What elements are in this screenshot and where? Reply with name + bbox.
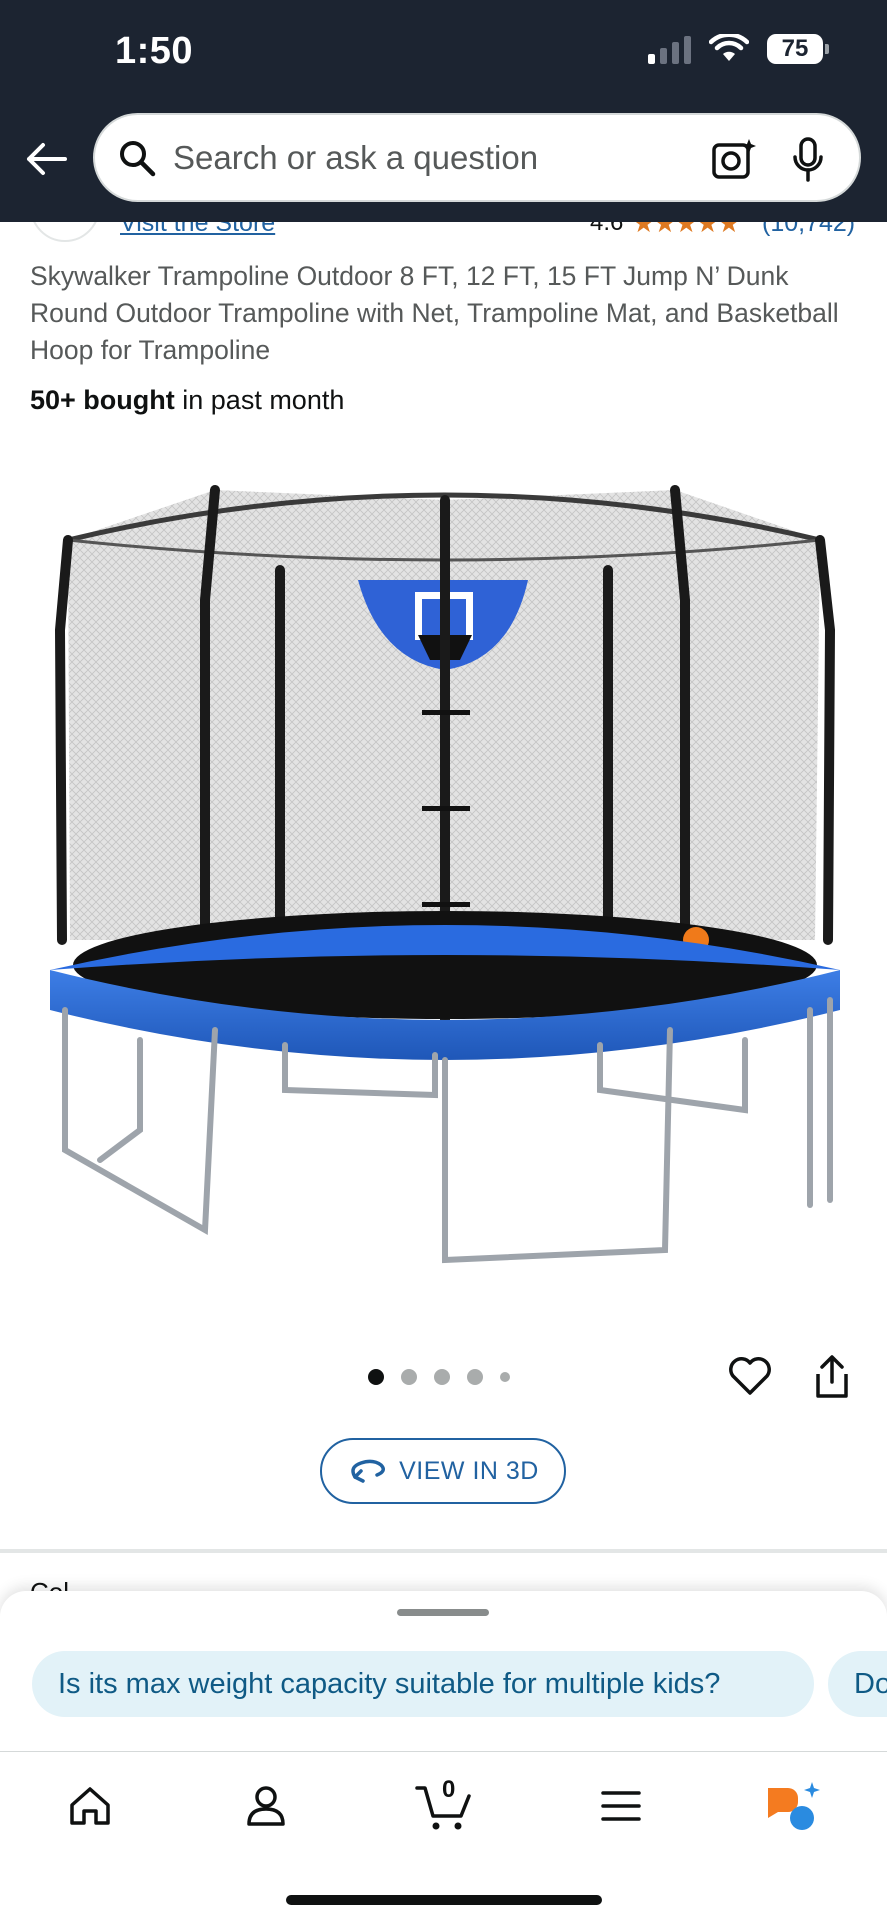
tab-menu[interactable] bbox=[591, 1776, 651, 1836]
image-carousel-dots[interactable] bbox=[368, 1369, 510, 1385]
store-row: Visit the Store 4.6 ★★★★★ (10,742) bbox=[0, 222, 887, 242]
bottom-tab-bar: 0 bbox=[0, 1751, 887, 1920]
back-button[interactable] bbox=[22, 138, 70, 180]
home-indicator bbox=[286, 1895, 602, 1905]
carousel-dot-1[interactable] bbox=[368, 1369, 384, 1385]
battery-indicator: 75 bbox=[767, 34, 829, 64]
wishlist-heart-icon[interactable] bbox=[728, 1356, 772, 1396]
tab-home[interactable] bbox=[60, 1776, 120, 1836]
sheet-grabber[interactable] bbox=[397, 1609, 489, 1616]
search-input[interactable] bbox=[173, 138, 673, 177]
status-time: 1:50 bbox=[115, 30, 194, 72]
rating-value: 4.6 bbox=[590, 222, 624, 236]
status-icons: 75 bbox=[648, 34, 829, 64]
product-image[interactable] bbox=[40, 470, 850, 1290]
bought-count: 50+ bought in past month bbox=[30, 385, 344, 416]
carousel-dot-3[interactable] bbox=[434, 1369, 450, 1385]
rufus-icon bbox=[768, 1782, 820, 1830]
menu-icon bbox=[601, 1791, 641, 1821]
rufus-suggestions-sheet[interactable]: Is its max weight capacity suitable for … bbox=[0, 1591, 887, 1751]
visit-store-link[interactable]: Visit the Store bbox=[120, 222, 275, 238]
carousel-dot-5[interactable] bbox=[500, 1372, 510, 1382]
back-arrow-icon bbox=[27, 143, 67, 175]
view-in-3d-button[interactable]: VIEW IN 3D bbox=[320, 1438, 566, 1504]
search-icon bbox=[115, 136, 159, 180]
tab-rufus[interactable] bbox=[764, 1776, 824, 1836]
share-icon[interactable] bbox=[812, 1354, 852, 1400]
rating-stars-icon[interactable]: ★★★★★ bbox=[632, 222, 741, 239]
carousel-dot-4[interactable] bbox=[467, 1369, 483, 1385]
wifi-icon bbox=[709, 34, 749, 61]
carousel-dot-2[interactable] bbox=[401, 1369, 417, 1385]
microphone-icon[interactable] bbox=[791, 137, 825, 183]
camera-search-icon[interactable] bbox=[711, 137, 757, 181]
suggestion-chip[interactable]: Is its max weight capacity suitable for … bbox=[32, 1651, 814, 1717]
store-logo bbox=[30, 222, 100, 242]
bought-count-bold: 50+ bought bbox=[30, 385, 175, 415]
view-in-3d-label: VIEW IN 3D bbox=[399, 1456, 539, 1485]
product-title: Skywalker Trampoline Outdoor 8 FT, 12 FT… bbox=[30, 261, 839, 365]
rating-count-link[interactable]: (10,742) bbox=[762, 222, 855, 238]
top-bar: 1:50 75 bbox=[0, 0, 887, 222]
suggestion-chip[interactable]: Do bbox=[828, 1651, 887, 1717]
section-divider bbox=[0, 1549, 887, 1553]
search-bar[interactable] bbox=[93, 113, 861, 202]
account-icon bbox=[247, 1786, 285, 1826]
tab-cart[interactable]: 0 bbox=[414, 1776, 476, 1836]
tab-account[interactable] bbox=[236, 1776, 296, 1836]
bought-count-rest: in past month bbox=[174, 385, 345, 415]
cart-count: 0 bbox=[442, 1776, 456, 1803]
rotate-3d-icon bbox=[351, 1459, 386, 1483]
home-icon bbox=[70, 1787, 110, 1825]
signal-icon bbox=[648, 34, 691, 64]
